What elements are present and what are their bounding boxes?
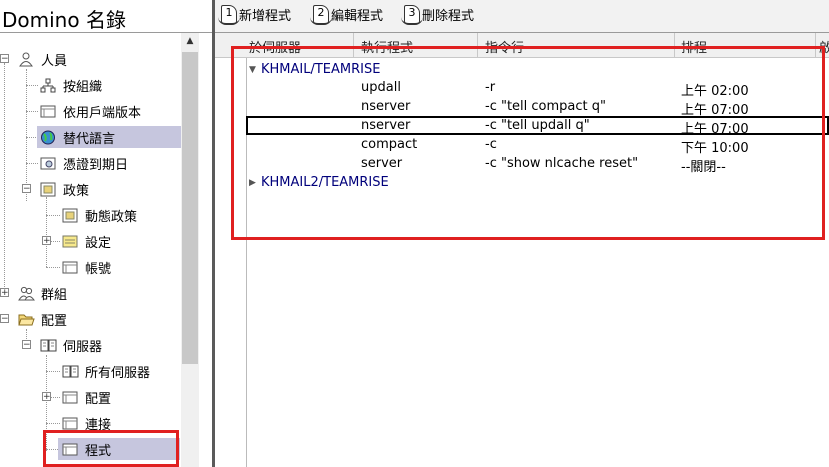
tree-item-label: 群組 (41, 287, 68, 303)
tree-item-programs[interactable]: 程式 (58, 438, 180, 460)
action-number-icon: 3 (401, 4, 423, 25)
collapsed-triangle-icon[interactable]: ▶ (249, 178, 259, 188)
group-label: KHMAIL2/TEAMRISE (261, 175, 389, 190)
button-label: 刪除程式 (422, 8, 475, 24)
folder-open-icon (18, 312, 35, 327)
cell-cmdline: -c (485, 137, 497, 152)
settings-doc-icon (62, 234, 79, 249)
person-icon (18, 52, 35, 67)
view-icon (62, 260, 79, 275)
cell-cmdline: -r (485, 80, 496, 95)
expander-dynamic-policies[interactable]: + (42, 236, 51, 246)
tree-item-configuration[interactable]: 配置 (18, 308, 67, 330)
org-chart-icon (40, 78, 57, 93)
column-header-cmdline[interactable]: 指令行 (485, 37, 524, 56)
tree-item-policies[interactable]: 政策 (40, 178, 89, 200)
tree-item-servers[interactable]: 伺服器 (40, 334, 102, 356)
button-label: 新增程式 (239, 8, 292, 24)
tree-item-label: 伺服器 (63, 339, 103, 355)
app-title: Domino 名錄 (2, 8, 126, 32)
table-row[interactable]: nserver -c "tell compact q" 上午 07:00 (247, 97, 829, 118)
view-icon (62, 416, 79, 431)
delete-program-button[interactable]: 3 刪除程式 (401, 2, 475, 26)
tree-item-settings[interactable]: 設定 (62, 230, 111, 252)
tree-item-label: 替代語言 (63, 131, 116, 147)
tree-item-label: 依用戶端版本 (63, 105, 142, 121)
tree-item-groups[interactable]: 群組 (18, 282, 67, 304)
group-label: KHMAIL/TEAMRISE (261, 62, 381, 77)
tree-item-label: 帳號 (85, 261, 112, 277)
expander-groups[interactable]: + (0, 288, 9, 298)
tree-item-label: 憑證到期日 (63, 157, 129, 173)
cell-program: nserver (361, 118, 411, 133)
table-row[interactable]: server -c "show nlcache reset" --關閉-- (247, 154, 829, 175)
group-row-khmail[interactable]: ▼ KHMAIL/TEAMRISE (249, 60, 380, 79)
cell-cmdline: -c "tell updall q" (485, 118, 590, 133)
cell-cmdline: -c "tell compact q" (485, 99, 606, 114)
scroll-up-arrow-icon[interactable]: ▲ (181, 33, 199, 50)
view-column-header: 於伺服器 執行程式 指令行 排程 啟 (215, 33, 829, 58)
table-row-current[interactable]: nserver -c "tell updall q" 上午 07:00 (246, 116, 829, 137)
cell-program: compact (361, 137, 418, 152)
cell-cmdline: -c "show nlcache reset" (485, 156, 639, 171)
group-row-khmail2[interactable]: ▶ KHMAIL2/TEAMRISE (249, 173, 389, 192)
expander-configuration[interactable]: − (0, 314, 9, 324)
column-header-program[interactable]: 執行程式 (361, 37, 413, 56)
left-pane-header: Domino 名錄 (0, 0, 212, 33)
button-label: 編輯程式 (331, 8, 384, 24)
tree-item-label: 設定 (85, 235, 112, 251)
book-icon (40, 338, 57, 353)
action-number-icon: 2 (310, 4, 332, 25)
view-icon (62, 390, 79, 405)
cell-schedule: --關閉-- (681, 160, 726, 175)
tree-item-by-client-version[interactable]: 依用戶端版本 (40, 100, 141, 122)
policy-icon (62, 208, 79, 223)
tree-item-cert-expiry[interactable]: 憑證到期日 (40, 152, 128, 174)
tree-item-label: 政策 (63, 183, 90, 199)
action-number-icon: 1 (218, 4, 240, 25)
view-icon (40, 104, 57, 119)
programs-view: ▼ KHMAIL/TEAMRISE updall -r 上午 02:00 nse… (215, 58, 829, 467)
tree-item-label: 人員 (41, 53, 68, 69)
tree-item-label: 動態政策 (85, 209, 138, 225)
expanded-triangle-icon[interactable]: ▼ (249, 65, 259, 75)
tree-item-label: 程式 (85, 443, 112, 459)
tree-item-label: 所有伺服器 (85, 365, 151, 381)
tree-item-config[interactable]: 配置 (62, 386, 111, 408)
cell-program: updall (361, 80, 401, 95)
table-row[interactable]: updall -r 上午 02:00 (247, 78, 829, 99)
expander-servers[interactable]: − (22, 340, 31, 350)
expander-policies[interactable]: − (22, 184, 31, 194)
certificate-icon (40, 156, 57, 171)
tree-item-people[interactable]: 人員 (18, 48, 67, 70)
action-toolbar: 1 新增程式 2 編輯程式 3 刪除程式 (215, 0, 829, 33)
cell-program: nserver (361, 99, 411, 114)
group-icon (18, 286, 35, 301)
edit-program-button[interactable]: 2 編輯程式 (310, 2, 384, 26)
cell-program: server (361, 156, 403, 171)
tree-item-label: 配置 (85, 391, 112, 407)
expander-people[interactable]: − (0, 54, 9, 64)
tree-item-connections[interactable]: 連接 (62, 412, 111, 434)
tree-item-alt-language[interactable]: 替代語言 (37, 126, 184, 148)
expander-config[interactable]: + (42, 392, 51, 402)
tree-item-label: 連接 (85, 417, 112, 433)
tree-item-all-servers[interactable]: 所有伺服器 (62, 360, 150, 382)
tree-item-by-org[interactable]: 按組織 (40, 74, 102, 96)
view-icon (62, 442, 79, 457)
tree-item-dynamic-policies[interactable]: 動態政策 (62, 204, 137, 226)
column-header-server[interactable]: 於伺服器 (249, 37, 301, 56)
globe-icon (40, 130, 57, 145)
table-row[interactable]: compact -c 下午 10:00 (247, 135, 829, 156)
scrollbar-thumb[interactable] (182, 52, 198, 364)
book-icon (62, 364, 79, 379)
new-program-button[interactable]: 1 新增程式 (218, 2, 292, 26)
tree-item-label: 配置 (41, 313, 68, 329)
column-header-schedule[interactable]: 排程 (681, 37, 707, 56)
tree-item-label: 按組織 (63, 79, 103, 95)
column-header-extra[interactable]: 啟 (819, 37, 829, 56)
tree-item-accounts[interactable]: 帳號 (62, 256, 111, 278)
policy-icon (40, 182, 57, 197)
tree-scrollbar[interactable]: ▲ (181, 33, 199, 467)
